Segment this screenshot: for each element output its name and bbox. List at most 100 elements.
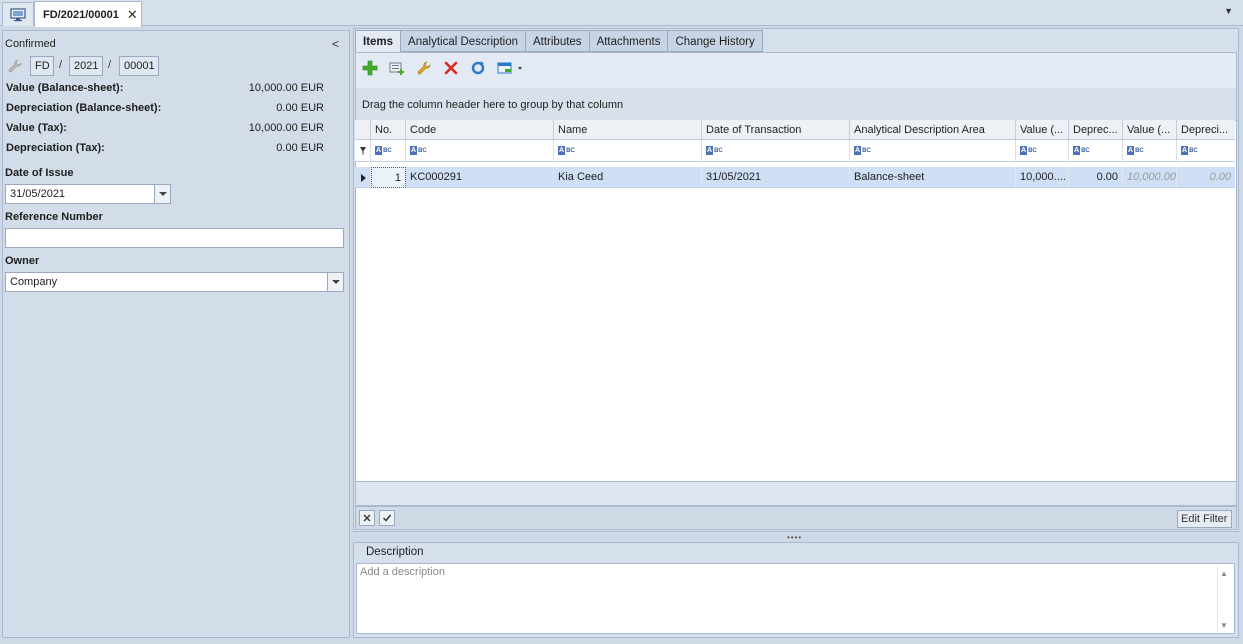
cell-area[interactable]: Balance-sheet	[850, 167, 1016, 188]
tab-change-history[interactable]: Change History	[668, 30, 763, 52]
cell-code[interactable]: KC000291	[406, 167, 554, 188]
checkmark-icon	[382, 514, 392, 522]
chevron-down-icon	[158, 192, 167, 196]
text-filter-icon: A BC	[1020, 146, 1037, 155]
items-toolbar	[355, 52, 1237, 88]
tab-attachments[interactable]: Attachments	[589, 30, 669, 52]
document-tab-strip	[0, 0, 1243, 26]
cell-no[interactable]: 1	[371, 167, 406, 188]
filter-cell-name[interactable]: A BC	[554, 140, 702, 162]
filter-cell-depreciation-tax[interactable]: A BC	[1177, 140, 1235, 162]
value-amount: 0.00 EUR	[276, 102, 324, 114]
monitor-icon	[10, 7, 26, 21]
collapse-panel-icon[interactable]: <	[332, 37, 339, 51]
cell-depreciation-tax[interactable]: 0.00	[1177, 167, 1235, 188]
description-placeholder: Add a description	[360, 566, 445, 578]
document-tab-label: FD/2021/00001	[43, 8, 119, 21]
column-header-code[interactable]: Code	[406, 120, 554, 140]
cell-date[interactable]: 31/05/2021	[702, 167, 850, 188]
chevron-down-icon	[331, 280, 340, 284]
column-header-depreciation-bs[interactable]: Deprec...	[1069, 120, 1123, 140]
number-prefix[interactable]: FD	[30, 56, 54, 76]
enable-filter-checkbox[interactable]	[379, 510, 395, 526]
add-icon[interactable]	[361, 59, 379, 77]
column-header-area[interactable]: Analytical Description Area	[850, 120, 1016, 140]
tab-items[interactable]: Items	[355, 30, 402, 53]
tab-analytical-description[interactable]: Analytical Description	[401, 30, 526, 52]
description-textarea[interactable]	[356, 563, 1235, 634]
export-icon[interactable]	[496, 59, 526, 77]
scroll-up-icon[interactable]: ▲	[1220, 569, 1228, 578]
description-title: Description	[366, 546, 424, 558]
scroll-down-icon[interactable]: ▼	[1220, 621, 1228, 630]
owner-value: Company	[10, 276, 58, 288]
number-separator: /	[108, 59, 112, 71]
date-of-issue-label: Date of Issue	[5, 167, 74, 179]
row-indicator-icon	[355, 167, 371, 188]
column-header-value-tax[interactable]: Value (...	[1123, 120, 1177, 140]
chevron-down-icon[interactable]: ▼	[1224, 6, 1233, 16]
owner-label: Owner	[5, 255, 40, 267]
column-header-depreciation-tax[interactable]: Depreci...	[1177, 120, 1235, 140]
number-separator: /	[59, 59, 63, 71]
cell-value-tax[interactable]: 10,000.00	[1123, 167, 1177, 188]
text-filter-icon: A BC	[854, 146, 871, 155]
text-filter-icon: A BC	[1073, 146, 1090, 155]
date-dropdown-button[interactable]	[154, 185, 170, 203]
text-filter-icon: A BC	[706, 146, 723, 155]
column-header-no[interactable]: No.	[371, 120, 406, 140]
filter-cell-area[interactable]: A BC	[850, 140, 1016, 162]
value-label: Value (Balance-sheet):	[6, 82, 124, 94]
column-header-date[interactable]: Date of Transaction	[702, 120, 850, 140]
filter-cell-date[interactable]: A BC	[702, 140, 850, 162]
filter-cell-code[interactable]: A BC	[406, 140, 554, 162]
clear-filter-icon[interactable]	[359, 510, 375, 526]
document-status: Confirmed	[5, 38, 56, 50]
grid-summary-bar	[355, 482, 1237, 506]
text-filter-icon: A BC	[375, 146, 392, 155]
number-year[interactable]: 2021	[69, 56, 103, 76]
filter-bar	[355, 506, 1237, 530]
edit-icon[interactable]	[415, 59, 433, 77]
delete-icon[interactable]	[442, 59, 460, 77]
filter-cell-depreciation-bs[interactable]: A BC	[1069, 140, 1123, 162]
document-tab[interactable]: FD/2021/00001 ✕	[34, 1, 142, 27]
cell-depreciation-bs[interactable]: 0.00	[1069, 167, 1123, 188]
text-filter-icon: A BC	[1127, 146, 1144, 155]
reference-number-input[interactable]	[5, 228, 344, 248]
edit-filter-button[interactable]: Edit Filter	[1177, 510, 1232, 528]
value-label: Value (Tax):	[6, 122, 67, 134]
date-of-issue-value: 31/05/2021	[10, 188, 66, 200]
value-amount: 0.00 EUR	[276, 142, 324, 154]
home-tab[interactable]	[2, 2, 34, 26]
row-indicator-header	[355, 120, 371, 140]
filter-cell-value-tax[interactable]: A BC	[1123, 140, 1177, 162]
filter-row-icon	[355, 140, 371, 162]
filter-cell-value-bs[interactable]: A BC	[1016, 140, 1069, 162]
date-of-issue-field[interactable]: 31/05/2021	[5, 184, 171, 204]
cell-value-bs[interactable]: 10,000....	[1016, 167, 1069, 188]
depreciation-tax-row: Depreciation (Tax): 0.00 EUR	[6, 142, 324, 156]
table-row[interactable]: 1 KC000291 Kia Ceed 31/05/2021 Balance-s…	[355, 167, 1235, 188]
cell-name[interactable]: Kia Ceed	[554, 167, 702, 188]
owner-select[interactable]: Company	[5, 272, 344, 292]
grid-filter-row: A BC A BC A BC A BC A BC A BC A BC A BC A BC	[355, 140, 1235, 162]
wrench-icon[interactable]	[7, 58, 23, 74]
add-from-list-icon[interactable]	[388, 59, 406, 77]
value-label: Depreciation (Balance-sheet):	[6, 102, 162, 114]
group-by-hint[interactable]: Drag the column header here to group by …	[355, 88, 1237, 120]
tab-attributes[interactable]: Attributes	[525, 30, 590, 52]
refresh-icon[interactable]	[469, 59, 487, 77]
value-balance-sheet-row: Value (Balance-sheet): 10,000.00 EUR	[6, 82, 324, 96]
filter-cell-no[interactable]: A BC	[371, 140, 406, 162]
grid-header: No. Code Name Date of Transaction Analyt…	[355, 120, 1235, 140]
close-icon[interactable]: ✕	[127, 7, 138, 23]
panel-splitter[interactable]: ••••	[787, 533, 802, 542]
reference-number-label: Reference Number	[5, 211, 103, 223]
column-header-value-bs[interactable]: Value (...	[1016, 120, 1069, 140]
value-tax-row: Value (Tax): 10,000.00 EUR	[6, 122, 324, 136]
column-header-name[interactable]: Name	[554, 120, 702, 140]
number-sequence[interactable]: 00001	[119, 56, 159, 76]
text-filter-icon: A BC	[1181, 146, 1198, 155]
owner-dropdown-button[interactable]	[327, 273, 343, 291]
